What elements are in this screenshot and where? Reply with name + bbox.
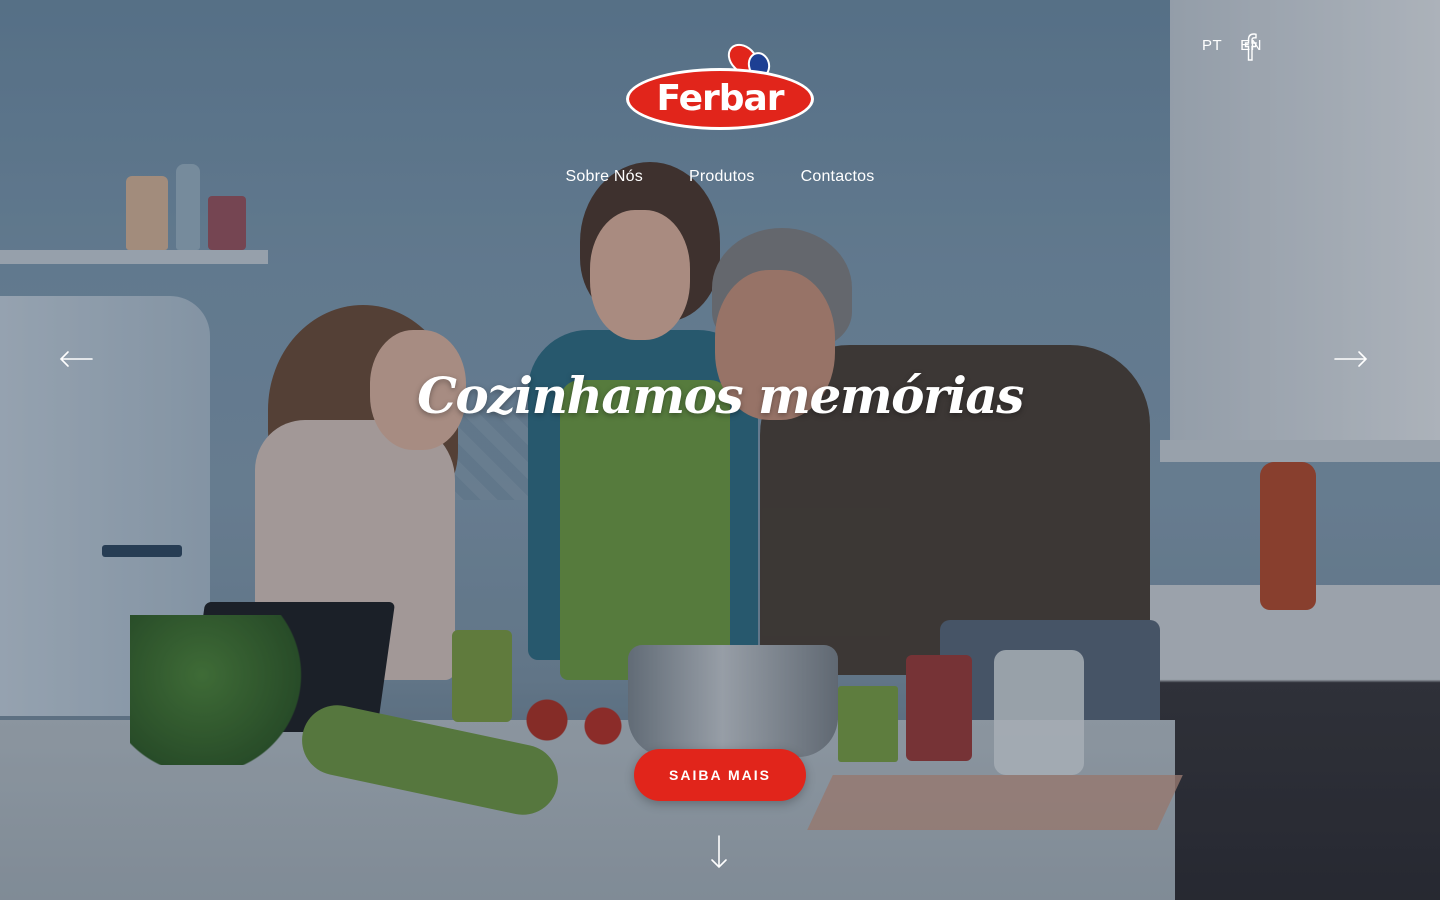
facebook-icon[interactable] — [1240, 32, 1262, 62]
main-navigation: Sobre Nós Produtos Contactos — [0, 168, 1440, 186]
logo-text: Ferbar — [656, 78, 784, 119]
hero-tagline: Cozinhamos memórias — [417, 366, 1024, 425]
nav-item-produtos[interactable]: Produtos — [689, 168, 755, 186]
ferbar-logo[interactable]: Ferbar — [626, 37, 814, 132]
nav-item-sobre-nos[interactable]: Sobre Nós — [566, 168, 643, 186]
hero-section: Ferbar PT EN Sobre Nós Produtos Contacto… — [0, 0, 1440, 900]
lang-pt-link[interactable]: PT — [1202, 37, 1222, 54]
saiba-mais-button[interactable]: SAIBA MAIS — [634, 749, 806, 801]
arrow-down-icon[interactable] — [709, 834, 729, 870]
nav-item-contactos[interactable]: Contactos — [801, 168, 875, 186]
